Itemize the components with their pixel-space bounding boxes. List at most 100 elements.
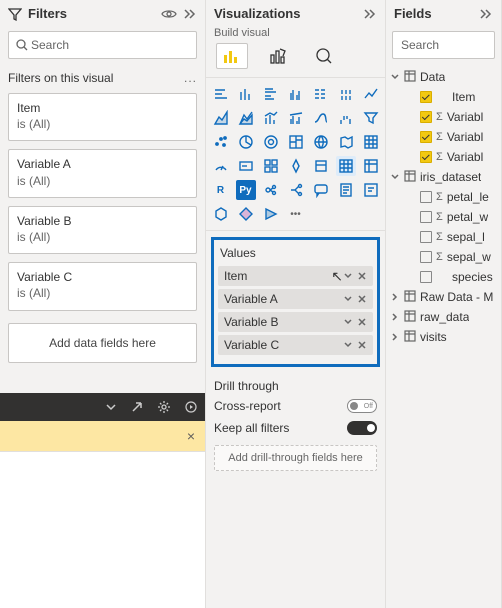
collapse-icon[interactable] (479, 8, 493, 20)
filter-card[interactable]: Variable A is (All) (8, 149, 197, 197)
gallery-line-stacked[interactable] (261, 108, 281, 128)
gallery-pie[interactable] (236, 132, 256, 152)
gallery-stacked-column[interactable] (236, 84, 256, 104)
gallery-donut[interactable] (261, 132, 281, 152)
filter-card[interactable]: Variable B is (All) (8, 206, 197, 254)
table-node[interactable]: Data (390, 67, 497, 87)
gallery-filled-map[interactable] (336, 132, 356, 152)
eye-icon[interactable] (161, 8, 177, 20)
collapse-icon[interactable] (363, 8, 377, 20)
gallery-line[interactable] (361, 84, 381, 104)
analytics-tab[interactable] (308, 43, 340, 69)
field-node[interactable]: ΣVariabl (390, 107, 497, 127)
remove-icon[interactable] (357, 271, 367, 281)
chevron-down-icon[interactable] (105, 401, 117, 413)
add-drill-fields[interactable]: Add drill-through fields here (214, 445, 377, 471)
chevron-down-icon[interactable] (343, 317, 353, 327)
gallery-multi-card[interactable] (261, 156, 281, 176)
gallery-gauge[interactable] (211, 156, 231, 176)
gallery-key-influencers[interactable] (261, 180, 281, 200)
table-node[interactable]: iris_dataset (390, 167, 497, 187)
gear-icon[interactable] (157, 400, 171, 414)
gallery-arcgis[interactable] (211, 204, 231, 224)
value-field[interactable]: Variable C (218, 335, 373, 355)
field-node[interactable]: Item (390, 87, 497, 107)
gallery-waterfall[interactable] (336, 108, 356, 128)
gallery-map[interactable] (311, 132, 331, 152)
field-checkbox[interactable] (420, 251, 432, 263)
gallery-r-visual[interactable]: R (211, 180, 231, 200)
gallery-area[interactable] (211, 108, 231, 128)
play-icon[interactable] (185, 401, 197, 413)
field-node[interactable]: species (390, 267, 497, 287)
collapse-icon[interactable] (183, 8, 197, 20)
gallery-decomposition[interactable] (286, 180, 306, 200)
gallery-scatter[interactable] (211, 132, 231, 152)
gallery-stacked-area[interactable] (236, 108, 256, 128)
fields-search-input[interactable] (399, 37, 502, 53)
remove-icon[interactable] (357, 340, 367, 350)
remove-icon[interactable] (357, 294, 367, 304)
table-node[interactable]: visits (390, 327, 497, 347)
fields-search[interactable] (392, 31, 495, 59)
field-checkbox[interactable] (420, 271, 432, 283)
filters-section-more[interactable]: ... (184, 71, 197, 85)
gallery-py-visual[interactable]: Py (236, 180, 256, 200)
filters-search[interactable] (8, 31, 197, 59)
field-node[interactable]: Σpetal_w (390, 207, 497, 227)
field-checkbox[interactable] (420, 211, 432, 223)
field-node[interactable]: ΣVariabl (390, 147, 497, 167)
add-filter-fields[interactable]: Add data fields here (8, 323, 197, 363)
chevron-down-icon[interactable] (343, 271, 353, 281)
field-checkbox[interactable] (420, 111, 432, 123)
build-tab[interactable] (216, 43, 248, 69)
keep-filters-toggle[interactable] (347, 421, 377, 435)
field-node[interactable]: Σsepal_w (390, 247, 497, 267)
gallery-power-apps[interactable] (236, 204, 256, 224)
table-node[interactable]: Raw Data - M (390, 287, 497, 307)
filter-card[interactable]: Item is (All) (8, 93, 197, 141)
gallery-paginated[interactable] (336, 180, 356, 200)
gallery-slicer[interactable] (311, 156, 331, 176)
filters-search-input[interactable] (29, 37, 190, 53)
field-checkbox[interactable] (420, 151, 432, 163)
gallery-power-automate[interactable] (261, 204, 281, 224)
value-field[interactable]: Item ↖ (218, 266, 373, 286)
gallery-card[interactable] (236, 156, 256, 176)
gallery-azure-map[interactable] (361, 132, 381, 152)
filter-card[interactable]: Variable C is (All) (8, 262, 197, 310)
format-tab[interactable] (262, 43, 294, 69)
gallery-table[interactable] (336, 156, 356, 176)
field-node[interactable]: Σpetal_le (390, 187, 497, 207)
cross-report-toggle[interactable]: Off (347, 399, 377, 413)
field-checkbox[interactable] (420, 131, 432, 143)
value-field[interactable]: Variable A (218, 289, 373, 309)
gallery-ribbon[interactable] (311, 108, 331, 128)
gallery-more[interactable]: ••• (286, 204, 306, 224)
table-node[interactable]: raw_data (390, 307, 497, 327)
chevron-down-icon[interactable] (343, 294, 353, 304)
dismiss-button[interactable]: × (187, 428, 195, 444)
remove-icon[interactable] (357, 317, 367, 327)
field-node[interactable]: Σsepal_l (390, 227, 497, 247)
gallery-narrative[interactable] (361, 180, 381, 200)
chevron-down-icon[interactable] (343, 340, 353, 350)
gallery-funnel[interactable] (361, 108, 381, 128)
gallery-100-bar[interactable] (311, 84, 331, 104)
field-checkbox[interactable] (420, 91, 432, 103)
gallery-qna[interactable] (311, 180, 331, 200)
gallery-matrix[interactable] (361, 156, 381, 176)
field-checkbox[interactable] (420, 191, 432, 203)
gallery-treemap[interactable] (286, 132, 306, 152)
arrow-icon[interactable] (131, 401, 143, 413)
field-checkbox[interactable] (420, 231, 432, 243)
value-field[interactable]: Variable B (218, 312, 373, 332)
gallery-kpi[interactable] (286, 156, 306, 176)
gallery-stacked-bar[interactable] (211, 84, 231, 104)
caret-right-icon (390, 332, 400, 342)
gallery-100-column[interactable] (336, 84, 356, 104)
field-node[interactable]: ΣVariabl (390, 127, 497, 147)
gallery-clustered-bar[interactable] (261, 84, 281, 104)
gallery-line-clustered[interactable] (286, 108, 306, 128)
gallery-clustered-column[interactable] (286, 84, 306, 104)
